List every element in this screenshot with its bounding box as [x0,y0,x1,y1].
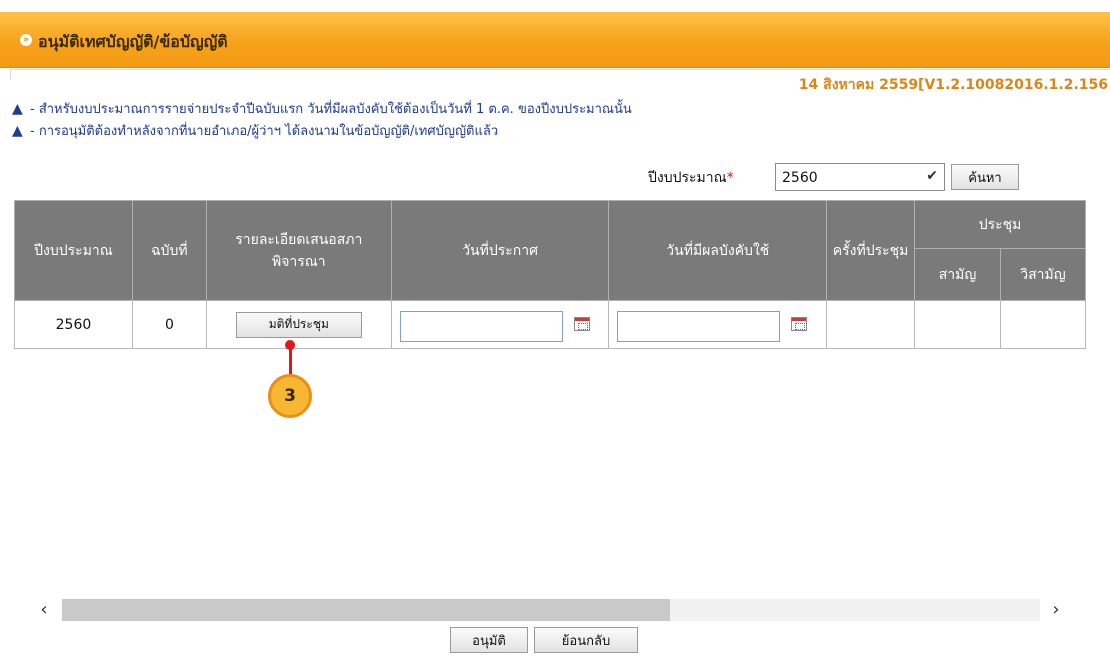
meeting-resolution-button[interactable]: มติที่ประชุม [235,311,362,338]
header-details: รายละเอียดเสนอสภาพิจารณา [205,200,392,301]
page-header: » อนุมัติเทศบัญญัติ/ข้อบัญญัติ [0,12,1110,68]
scroll-right-icon[interactable]: › [1046,597,1066,623]
approve-button[interactable]: อนุมัติ [450,627,528,653]
required-mark: * [726,170,734,186]
fiscal-year-selected-value: 2560 [782,170,818,186]
search-button[interactable]: ค้นหา [951,164,1019,190]
calendar-icon[interactable] [791,317,808,331]
header-effective-date: วันที่มีผลบังคับใช้ [608,200,828,301]
scrollbar-thumb[interactable] [62,599,670,621]
cell-extraordinary [999,300,1087,349]
warning-note-1: ▲ - สำหรับงบประมาณการรายจ่ายประจำปีฉบับแร… [12,98,632,119]
cell-session-number [826,300,916,349]
warning-note-text: - การอนุมัติต้องทำหลังจากที่นายอำเภอ/ผู้… [30,124,499,139]
budget-approval-table: ปีงบประมาณ ฉบับที่ รายละเอียดเสนอสภาพิจา… [14,200,1087,349]
calendar-icon[interactable] [573,317,590,331]
cell-details: มติที่ประชุม [205,300,392,349]
cell-edition: 0 [131,300,207,349]
warning-icon: ▲ [12,123,23,139]
header-extraordinary: วิสามัญ [999,248,1087,301]
announce-date-input[interactable] [399,311,563,342]
fiscal-year-label: ปีงบประมาณ* [648,167,734,189]
header-edition: ฉบับที่ [131,200,207,301]
warning-note-2: ▲ - การอนุมัติต้องทำหลังจากที่นายอำเภอ/ผู… [12,120,498,141]
header-meeting: ประชุม [914,200,1086,249]
table-row: 2560 0 มติที่ประชุม [14,300,1087,349]
cell-effective-date [608,300,828,349]
horizontal-scrollbar[interactable]: ‹ › [30,597,1070,623]
cell-fiscal-year: 2560 [14,300,133,349]
annotation-step-marker: 3 [268,374,312,418]
cell-announce-date [390,300,610,349]
warning-note-text: - สำหรับงบประมาณการรายจ่ายประจำปีฉบับแรก… [30,102,632,117]
header-session-number: ครั้งที่ประชุม [826,200,916,301]
annotation-pointer-dot [285,340,295,350]
fiscal-year-label-text: ปีงบประมาณ [648,170,727,186]
back-button[interactable]: ย้อนกลับ [534,627,638,653]
warning-icon: ▲ [12,101,23,117]
header-fiscal-year: ปีงบประมาณ [14,200,133,301]
header-ordinary: สามัญ [914,248,1001,301]
scroll-left-icon[interactable]: ‹ [34,597,54,623]
fiscal-year-select[interactable]: 2560 ✔ [775,163,945,191]
double-chevron-right-icon: » [20,34,32,46]
cell-ordinary [914,300,1001,349]
version-text: 14 สิงหาคม 2559[V1.2.10082016.1.2.156 [798,77,1108,93]
chevron-down-icon: ✔ [926,168,938,184]
header-announce-date: วันที่ประกาศ [390,200,610,301]
effective-date-input[interactable] [617,311,781,342]
page-title: อนุมัติเทศบัญญัติ/ข้อบัญญัติ [38,32,228,51]
